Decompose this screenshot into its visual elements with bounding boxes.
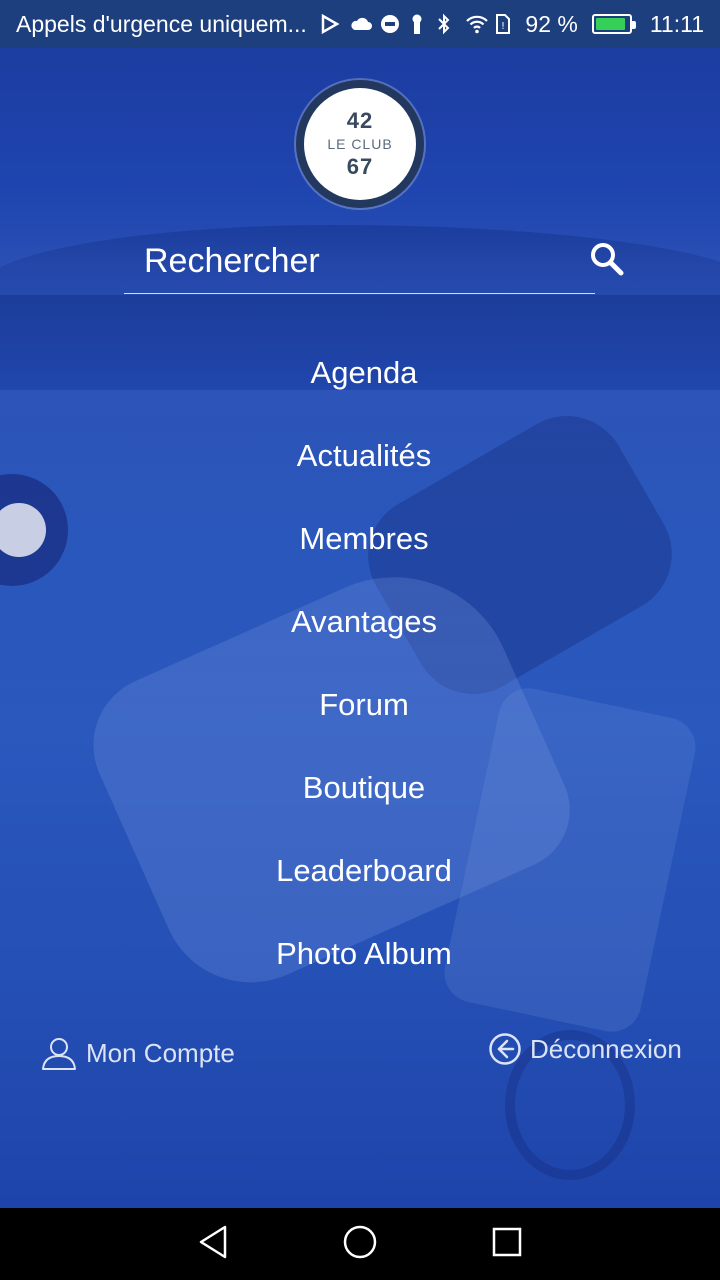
status-bar: Appels d'urgence uniquem... ! 92 % 11:11 xyxy=(0,0,720,48)
back-triangle-icon xyxy=(196,1224,230,1265)
menu-item-avantages[interactable]: Avantages xyxy=(164,580,564,663)
menu-item-agenda[interactable]: Agenda xyxy=(164,331,564,414)
battery-icon xyxy=(591,14,636,34)
floating-dock-dot xyxy=(0,503,46,557)
app-screen: Appels d'urgence uniquem... ! 92 % 11:11… xyxy=(0,0,720,1280)
home-circle-icon xyxy=(342,1224,378,1265)
sim-icon: ! xyxy=(495,13,517,35)
nav-recents-button[interactable] xyxy=(477,1214,537,1274)
battery-percent: 92 % xyxy=(525,10,578,37)
vpn-icon xyxy=(379,13,401,35)
logo-top-number: 42 xyxy=(346,108,374,133)
search-icon xyxy=(587,239,627,284)
main-menu: Agenda Actualités Membres Avantages Foru… xyxy=(0,331,720,995)
user-icon xyxy=(40,1034,78,1072)
back-arrow-circle-icon xyxy=(488,1032,522,1066)
play-store-icon xyxy=(319,13,341,35)
club-logo: 42 LE CLUB 67 xyxy=(296,80,424,208)
menu-item-forum[interactable]: Forum xyxy=(164,663,564,746)
navigation-bar xyxy=(0,1208,720,1280)
cloud-icon xyxy=(349,13,372,35)
logout-label: Déconnexion xyxy=(530,1033,682,1064)
wifi-icon xyxy=(465,13,489,35)
svg-text:!: ! xyxy=(501,21,505,32)
nav-home-button[interactable] xyxy=(330,1214,390,1274)
menu-item-leaderboard[interactable]: Leaderboard xyxy=(164,829,564,912)
clock: 11:11 xyxy=(649,10,704,37)
carrier-text: Appels d'urgence uniquem... xyxy=(16,10,307,37)
recents-square-icon xyxy=(491,1226,523,1263)
nav-back-button[interactable] xyxy=(183,1214,243,1274)
account-label: Mon Compte xyxy=(86,1037,235,1068)
logo-club-text: LE CLUB xyxy=(327,136,393,152)
search-button[interactable] xyxy=(587,238,627,286)
search-bar xyxy=(124,230,624,294)
logo-bottom-number: 67 xyxy=(346,154,374,179)
key-icon xyxy=(409,13,431,35)
menu-item-boutique[interactable]: Boutique xyxy=(164,746,564,829)
account-link[interactable]: Mon Compte xyxy=(40,1034,235,1072)
search-input[interactable] xyxy=(124,242,587,281)
bluetooth-icon xyxy=(435,13,457,35)
menu-item-membres[interactable]: Membres xyxy=(164,497,564,580)
menu-item-actualites[interactable]: Actualités xyxy=(164,414,564,497)
logout-link[interactable]: Déconnexion xyxy=(488,1032,682,1066)
menu-item-photo-album[interactable]: Photo Album xyxy=(164,912,564,995)
